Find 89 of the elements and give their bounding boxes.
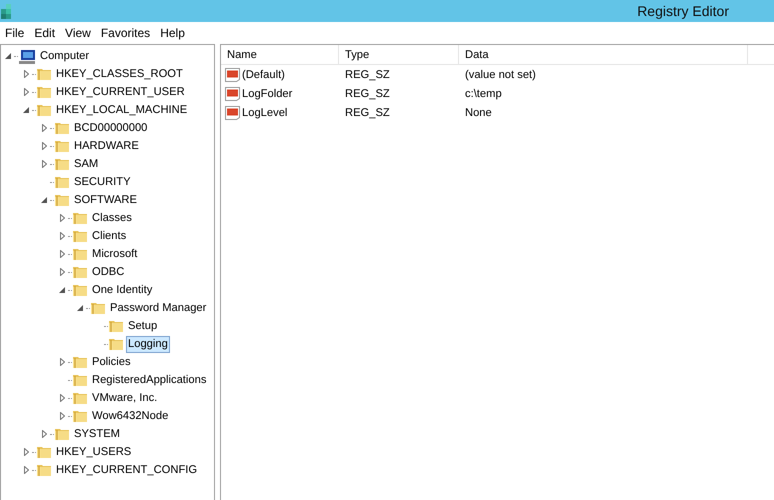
folder-icon (108, 319, 124, 333)
expand-arrow-icon[interactable] (60, 412, 64, 420)
folder-icon (36, 85, 52, 99)
collapse-arrow-icon[interactable] (41, 197, 47, 203)
tree-item[interactable]: ODBC (90, 264, 126, 280)
tree-item[interactable]: Microsoft (90, 246, 140, 262)
table-cell-text: LogFolder (241, 88, 292, 100)
tree-item[interactable]: Logging (126, 336, 170, 352)
tree-item[interactable]: One Identity (90, 282, 154, 298)
tree-item[interactable]: HKEY_CLASSES_ROOT (54, 66, 185, 82)
expand-arrow-icon[interactable] (42, 160, 46, 168)
string-value-icon (225, 86, 240, 100)
expand-arrow-icon[interactable] (60, 250, 64, 258)
expand-arrow-icon[interactable] (60, 358, 64, 366)
table-cell-text: LogLevel (241, 106, 288, 118)
collapse-arrow-icon[interactable] (23, 107, 29, 113)
table-cell-text: (value not set) (464, 68, 537, 80)
folder-icon (36, 463, 52, 477)
computer-icon (18, 48, 36, 64)
tree-item[interactable]: Clients (90, 228, 128, 244)
window-title: Registry Editor (637, 3, 729, 19)
string-value-icon (225, 68, 240, 82)
table-cell-text: c:\temp (464, 88, 503, 100)
collapse-arrow-icon[interactable] (59, 287, 65, 293)
menu-item[interactable]: Edit (29, 26, 60, 40)
expand-arrow-icon[interactable] (24, 466, 28, 474)
tree-item[interactable]: HKEY_CURRENT_USER (54, 84, 187, 100)
collapse-arrow-icon[interactable] (5, 53, 11, 59)
column-header[interactable]: Data (459, 45, 748, 65)
tree-item[interactable]: HARDWARE (72, 138, 141, 154)
expand-arrow-icon[interactable] (42, 142, 46, 150)
expand-arrow-icon[interactable] (42, 430, 46, 438)
folder-icon (54, 175, 70, 189)
tree-item[interactable]: RegisteredApplications (90, 372, 208, 388)
folder-icon (54, 139, 70, 153)
table-cell-text: None (464, 106, 493, 118)
folder-icon (36, 67, 52, 81)
expand-arrow-icon[interactable] (60, 394, 64, 402)
table-cell-text: (Default) (241, 68, 285, 80)
tree-item[interactable]: Policies (90, 354, 133, 370)
table-cell-text: REG_SZ (344, 88, 391, 100)
tree-item[interactable]: SECURITY (72, 174, 133, 190)
tree-item[interactable]: HKEY_CURRENT_CONFIG (54, 462, 200, 478)
folder-icon (72, 283, 88, 297)
expand-arrow-icon[interactable] (60, 268, 64, 276)
column-header[interactable]: Name (221, 45, 339, 65)
folder-icon (54, 121, 70, 135)
folder-icon (72, 247, 88, 261)
menu-item[interactable]: View (60, 26, 96, 40)
expand-arrow-icon[interactable] (24, 88, 28, 96)
folder-icon (72, 211, 88, 225)
folder-icon (72, 373, 88, 387)
menu-item[interactable]: File (0, 26, 30, 40)
expand-arrow-icon[interactable] (60, 214, 64, 222)
folder-icon (72, 409, 88, 423)
folder-icon (72, 229, 88, 243)
tree-item[interactable]: HKEY_USERS (54, 444, 134, 460)
tree-item[interactable]: HKEY_LOCAL_MACHINE (54, 102, 190, 118)
expand-arrow-icon[interactable] (60, 232, 64, 240)
string-value-icon (225, 106, 240, 120)
expand-arrow-icon[interactable] (42, 124, 46, 132)
folder-icon (36, 103, 52, 117)
column-header[interactable]: Type (339, 45, 459, 65)
expand-arrow-icon[interactable] (24, 70, 28, 78)
tree-item[interactable]: VMware, Inc. (90, 390, 160, 406)
tree-item[interactable]: Setup (126, 318, 160, 334)
tree-item[interactable]: SAM (72, 156, 100, 172)
tree-item[interactable]: Classes (90, 210, 134, 226)
menu-item[interactable]: Help (155, 26, 190, 40)
table-cell-text: REG_SZ (344, 68, 391, 80)
tree-item[interactable]: BCD00000000 (72, 120, 150, 136)
folder-icon (90, 301, 106, 315)
folder-icon (54, 427, 70, 441)
table-cell-text: REG_SZ (344, 106, 391, 118)
folder-icon (54, 157, 70, 171)
folder-icon (72, 391, 88, 405)
collapse-arrow-icon[interactable] (77, 305, 83, 311)
menu-item[interactable]: Favorites (96, 26, 156, 40)
expand-arrow-icon[interactable] (24, 448, 28, 456)
folder-icon (36, 445, 52, 459)
tree-item[interactable]: Computer (38, 48, 92, 64)
folder-icon (72, 355, 88, 369)
folder-icon (54, 193, 70, 207)
folder-icon (72, 265, 88, 279)
tree-item[interactable]: SOFTWARE (72, 192, 139, 208)
tree-item[interactable]: Wow6432Node (90, 408, 170, 424)
tree-item[interactable]: Password Manager (108, 300, 208, 316)
tree-item[interactable]: SYSTEM (72, 426, 122, 442)
folder-icon (108, 337, 124, 351)
